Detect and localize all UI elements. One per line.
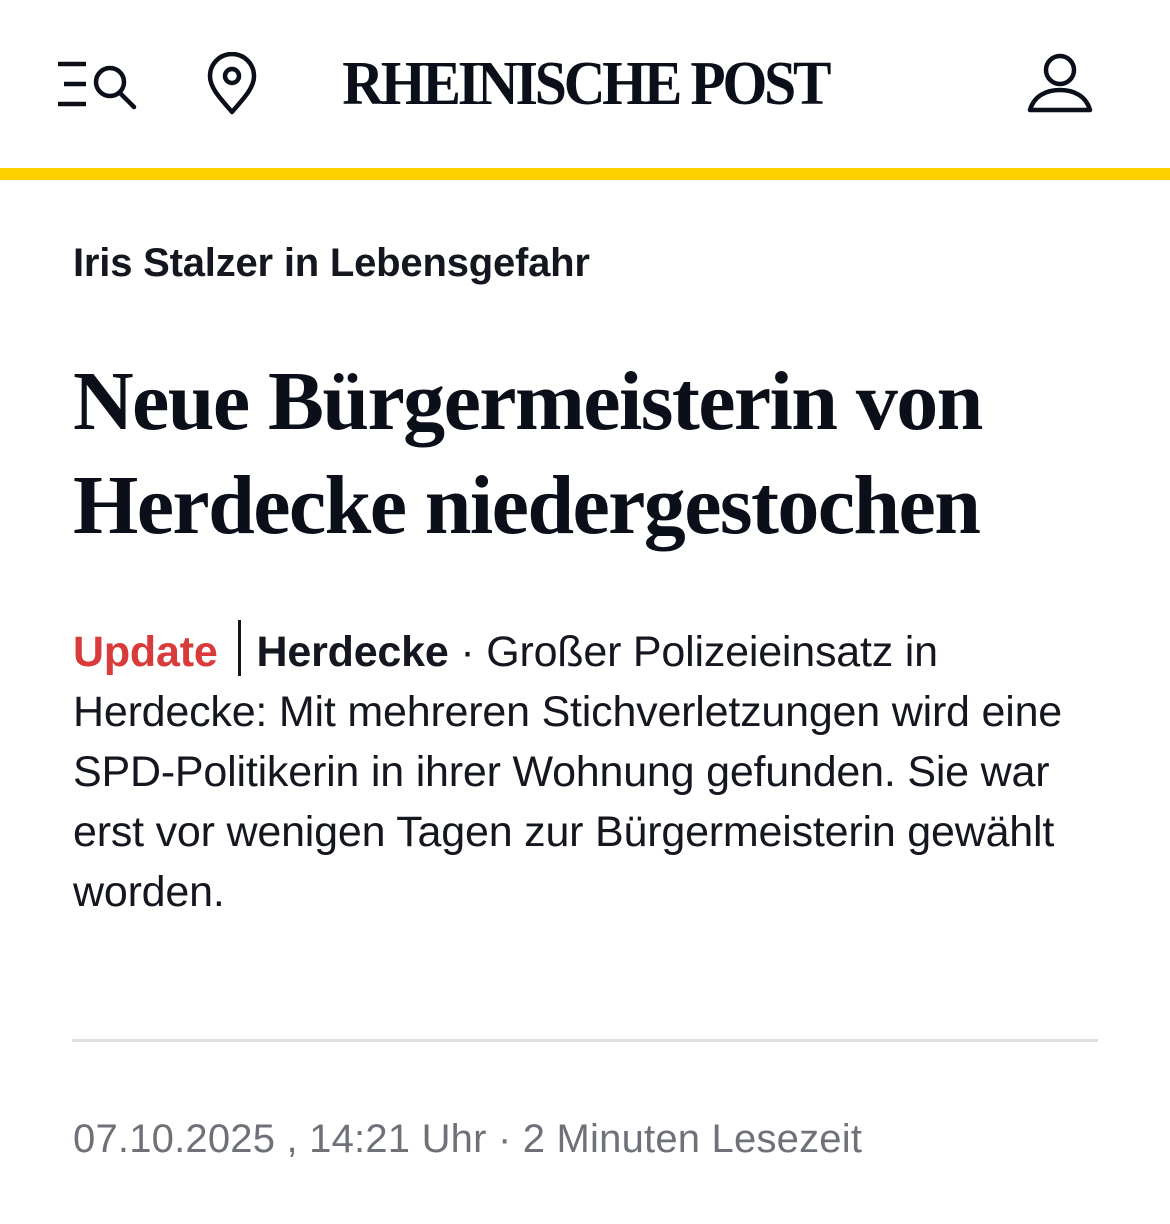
site-header: RHEINISCHE POST <box>0 0 1170 168</box>
article-meta: 07.10.2025 , 14:21 Uhr · 2 Minuten Lesez… <box>73 1114 862 1164</box>
update-label: Update <box>73 628 218 676</box>
logo-text: RHEINISCHE POST <box>341 50 831 118</box>
read-time: 2 Minuten Lesezeit <box>522 1117 863 1161</box>
publish-time: 14:21 Uhr <box>309 1117 487 1161</box>
article-headline[interactable]: Neue Bürgermeisterin von Herdecke nieder… <box>73 350 1133 558</box>
teaser-separator: · <box>448 628 487 676</box>
teaser-text: Großer Polizeieinsatz in Herdecke: Mit m… <box>73 628 1063 916</box>
header-accent-bar <box>0 168 1170 180</box>
publish-date: 07.10.2025 <box>73 1117 276 1161</box>
meta-dot: · <box>486 1117 523 1161</box>
article-kicker: Iris Stalzer in Lebensgefahr <box>73 241 590 285</box>
meta-comma: , <box>275 1117 310 1161</box>
site-logo[interactable]: RHEINISCHE POST <box>0 52 1170 116</box>
content-divider <box>72 1039 1098 1042</box>
user-icon[interactable] <box>1026 52 1094 116</box>
teaser-divider <box>237 620 241 676</box>
teaser-location: Herdecke <box>256 628 449 676</box>
article-teaser: Update Herdecke · Großer Polizeieinsatz i… <box>73 620 1103 922</box>
